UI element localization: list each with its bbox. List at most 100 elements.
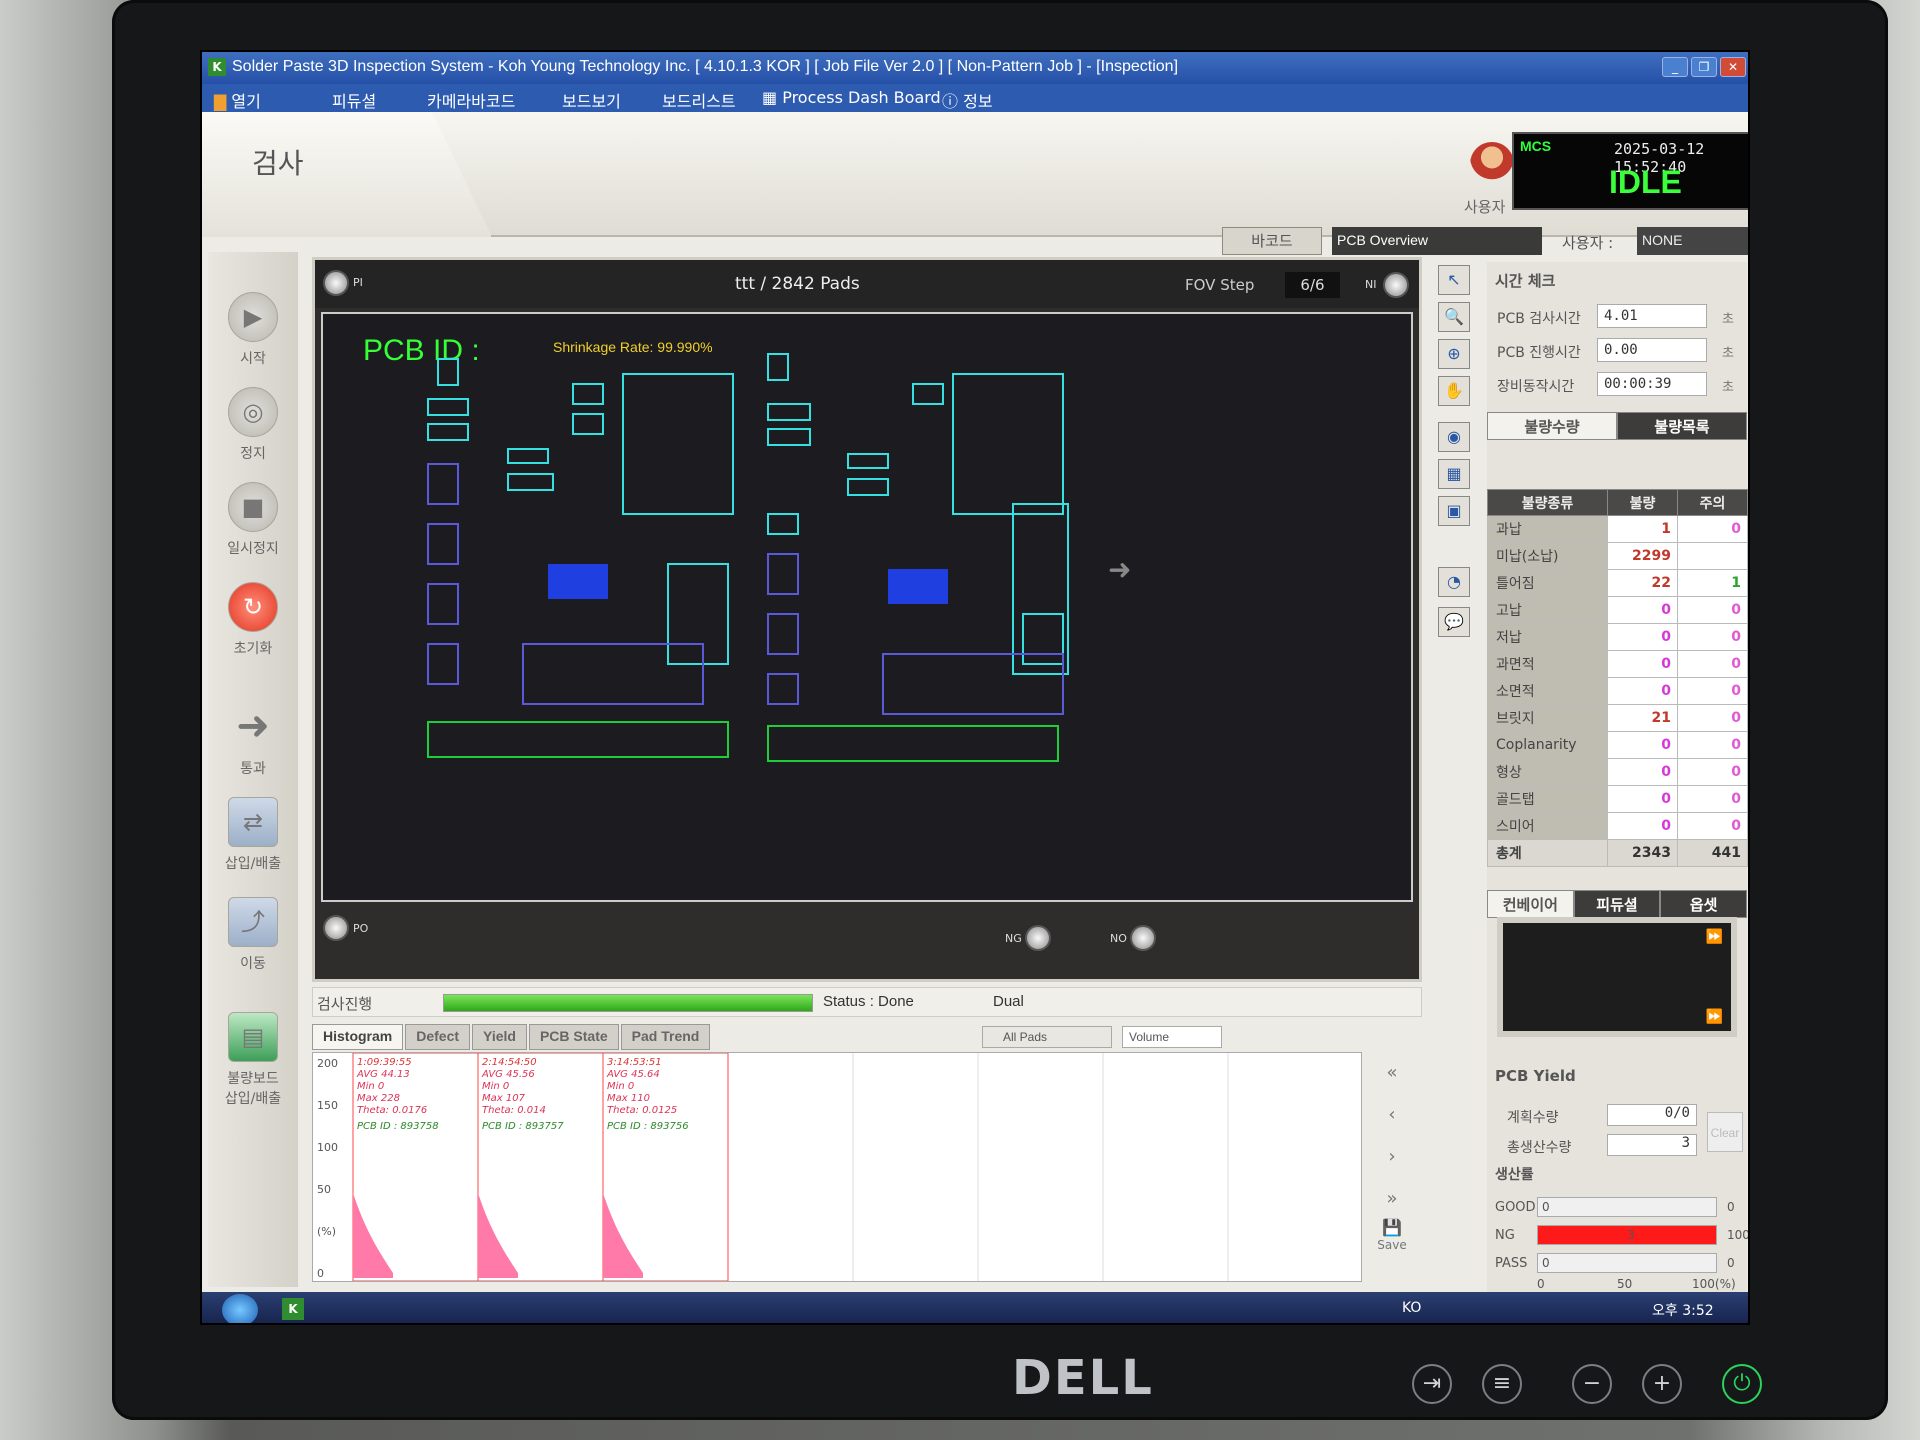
warn-count-cell: 0: [1677, 596, 1748, 624]
tab-conveyor[interactable]: 컨베이어: [1487, 890, 1574, 918]
ng-count-cell: 0: [1607, 677, 1678, 705]
pcb-overview-field[interactable]: PCB Overview: [1332, 227, 1542, 255]
board-stat: AVG 45.56: [481, 1069, 535, 1080]
ic-chip: [548, 564, 608, 599]
view-icon[interactable]: ◉: [1438, 422, 1470, 452]
fast-forward-icon[interactable]: ⏩: [1706, 929, 1723, 945]
table-row: Coplanarity 0 0: [1487, 731, 1748, 759]
defect-type-cell: 소면적: [1487, 677, 1608, 705]
inspection-tab[interactable]: 검사: [202, 112, 492, 237]
operation-time-value: 00:00:39: [1597, 372, 1707, 396]
y-axis-tick: 150: [317, 1099, 338, 1112]
yield-bar-count: 0: [1542, 1256, 1550, 1270]
taskbar-app-icon[interactable]: K: [282, 1298, 304, 1320]
ng-count-cell: 21: [1607, 704, 1678, 732]
board-stat: Min 0: [357, 1081, 384, 1092]
minimize-button[interactable]: _: [1662, 57, 1688, 77]
y-axis-tick: (%): [317, 1225, 336, 1238]
board-stat: Max 110: [607, 1093, 650, 1104]
menu-camera-barcode[interactable]: 카메라바코드: [427, 88, 515, 112]
defect-type-cell: 저납: [1487, 623, 1608, 651]
warn-count-cell: 0: [1677, 677, 1748, 705]
menu-board-view[interactable]: 보드보기: [562, 88, 621, 112]
next-page-icon[interactable]: ›: [1367, 1136, 1417, 1178]
pause-icon: ■: [228, 482, 278, 532]
ng-board-button[interactable]: ▤ 불량보드 삽입/배출: [208, 1012, 298, 1108]
ng-indicator: [1025, 925, 1051, 951]
start-button[interactable]: [222, 1294, 258, 1323]
histogram-distribution: [353, 1193, 393, 1278]
monitor-plus-button[interactable]: +: [1642, 1364, 1682, 1404]
pad-group: [847, 453, 889, 469]
pad-group: [507, 448, 549, 464]
yield-bar-right: 0: [1727, 1200, 1735, 1214]
warn-count-cell: 0: [1677, 812, 1748, 840]
comment-icon[interactable]: 💬: [1438, 607, 1470, 637]
zoom-in-icon[interactable]: 🔍: [1438, 302, 1470, 332]
connector-pads: [427, 721, 729, 758]
tab-defect-count[interactable]: 불량수량: [1487, 412, 1617, 440]
close-button[interactable]: ✕: [1720, 57, 1746, 77]
pad-info-icon[interactable]: ◔: [1438, 567, 1470, 597]
next-arrow-icon[interactable]: ➜: [1108, 553, 1131, 586]
menu-fiducial[interactable]: 피듀셜: [332, 88, 376, 112]
metric-select[interactable]: Volume: [1122, 1026, 1222, 1048]
insert-eject-button[interactable]: ⇄ 삽입/배출: [208, 797, 298, 873]
taskbar-clock: 오후 3:52: [1652, 1303, 1714, 1319]
pan-hand-icon[interactable]: ✋: [1438, 376, 1470, 406]
fast-forward-icon[interactable]: ⏩: [1706, 1009, 1723, 1025]
move-button[interactable]: ⤴ 이동: [208, 897, 298, 973]
defect-type-cell: 과면적: [1487, 650, 1608, 678]
color-map-icon[interactable]: ▣: [1438, 496, 1470, 526]
pause-button[interactable]: ■ 일시정지: [208, 482, 298, 558]
tab-histogram[interactable]: Histogram: [312, 1024, 404, 1050]
monitor-minus-button[interactable]: −: [1572, 1364, 1612, 1404]
user-avatar-icon[interactable]: [1470, 142, 1514, 186]
tab-offset[interactable]: 옵셋: [1660, 890, 1748, 918]
restore-button[interactable]: ❐: [1691, 57, 1717, 77]
prev-page-icon[interactable]: ‹: [1367, 1094, 1417, 1136]
start-button[interactable]: ▶ 시작: [208, 292, 298, 368]
pass-button[interactable]: ➜ 통과: [208, 702, 298, 778]
app-icon: K: [208, 58, 226, 76]
monitor-menu-button[interactable]: ≡: [1482, 1364, 1522, 1404]
tab-fiducial[interactable]: 피듀셜: [1573, 890, 1661, 918]
defect-type-cell: Coplanarity: [1487, 731, 1608, 759]
zoom-fit-icon[interactable]: ⊕: [1438, 339, 1470, 369]
menu-process-dashboard[interactable]: ▦ Process Dash Board: [762, 88, 941, 107]
pad-filter-select[interactable]: All Pads: [982, 1026, 1112, 1048]
clear-button[interactable]: Clear: [1707, 1112, 1743, 1152]
menu-board-list[interactable]: 보드리스트: [662, 88, 736, 112]
reset-button[interactable]: ↻ 초기화: [208, 582, 298, 658]
table-row: 골드탭 0 0: [1487, 785, 1748, 813]
barcode-button[interactable]: 바코드: [1222, 227, 1322, 255]
last-page-icon[interactable]: »: [1367, 1178, 1417, 1220]
menu-open[interactable]: ▇ 열기: [214, 88, 261, 112]
y-axis-tick: 50: [317, 1183, 331, 1196]
tab-pad-trend[interactable]: Pad Trend: [620, 1024, 711, 1050]
save-button[interactable]: 💾 Save: [1367, 1220, 1417, 1262]
stop-button[interactable]: ◎ 정지: [208, 387, 298, 463]
pcb-image[interactable]: PCB ID : Shrinkage Rate: 99.990% ➜: [321, 312, 1413, 902]
tab-pcb-state[interactable]: PCB State: [528, 1024, 619, 1050]
monitor-input-button[interactable]: ⇥: [1412, 1364, 1452, 1404]
screen: K Solder Paste 3D Inspection System - Ko…: [200, 50, 1750, 1325]
first-page-icon[interactable]: «: [1367, 1052, 1417, 1094]
pad: [572, 413, 604, 435]
pad: [427, 643, 459, 685]
warn-count-cell: 0: [1677, 704, 1748, 732]
tab-yield[interactable]: Yield: [472, 1024, 527, 1050]
pcb-pad-map: ➜: [427, 353, 1131, 762]
warn-count-cell: 0: [1677, 623, 1748, 651]
board-stat: Min 0: [482, 1081, 509, 1092]
window-controls: _ ❐ ✕: [1659, 57, 1746, 77]
tab-defect-list[interactable]: 불량목록: [1617, 412, 1747, 440]
pad: [767, 353, 789, 381]
pad: [912, 383, 944, 405]
tab-defect[interactable]: Defect: [405, 1024, 471, 1050]
pad: [572, 383, 604, 405]
menu-info[interactable]: ⓘ 정보: [942, 88, 993, 112]
layer-icon[interactable]: ▦: [1438, 459, 1470, 489]
select-cursor-icon[interactable]: ↖: [1438, 265, 1470, 295]
monitor-power-button[interactable]: ⏻: [1722, 1364, 1762, 1404]
